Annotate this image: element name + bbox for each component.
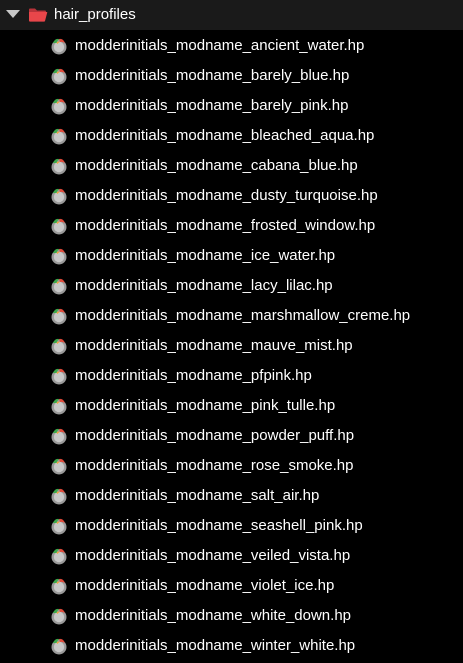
file-item[interactable]: modderinitials_modname_ancient_water.hp (0, 31, 463, 61)
file-item[interactable]: modderinitials_modname_barely_blue.hp (0, 61, 463, 91)
file-name: modderinitials_modname_violet_ice.hp (75, 577, 335, 594)
hair-profile-file-icon (51, 578, 67, 595)
file-name: modderinitials_modname_cabana_blue.hp (75, 157, 358, 174)
hair-profile-file-icon (51, 338, 67, 355)
hair-profile-file-icon (51, 308, 67, 325)
hair-profile-file-icon (51, 548, 67, 565)
hair-profile-file-icon (51, 398, 67, 415)
file-explorer-panel: hair_profiles modderinitials_modname_anc… (0, 0, 463, 663)
file-item[interactable]: modderinitials_modname_ice_water.hp (0, 241, 463, 271)
file-item[interactable]: modderinitials_modname_dusty_turquoise.h… (0, 181, 463, 211)
file-name: modderinitials_modname_winter_white.hp (75, 637, 356, 654)
file-item[interactable]: modderinitials_modname_white_down.hp (0, 601, 463, 631)
file-name: modderinitials_modname_bleached_aqua.hp (75, 127, 375, 144)
file-item[interactable]: modderinitials_modname_pink_tulle.hp (0, 391, 463, 421)
file-name: modderinitials_modname_seashell_pink.hp (75, 517, 363, 534)
file-item[interactable]: modderinitials_modname_mauve_mist.hp (0, 331, 463, 361)
file-list: modderinitials_modname_ancient_water.hp … (0, 31, 463, 661)
file-name: modderinitials_modname_barely_blue.hp (75, 67, 350, 84)
hair-profile-file-icon (51, 158, 67, 175)
file-item[interactable]: modderinitials_modname_violet_ice.hp (0, 571, 463, 601)
file-name: modderinitials_modname_pink_tulle.hp (75, 397, 336, 414)
folder-open-icon (29, 8, 48, 22)
file-name: modderinitials_modname_rose_smoke.hp (75, 457, 354, 474)
file-item[interactable]: modderinitials_modname_rose_smoke.hp (0, 451, 463, 481)
hair-profile-file-icon (51, 518, 67, 535)
file-item[interactable]: modderinitials_modname_bleached_aqua.hp (0, 121, 463, 151)
hair-profile-file-icon (51, 428, 67, 445)
file-item[interactable]: modderinitials_modname_barely_pink.hp (0, 91, 463, 121)
file-name: modderinitials_modname_powder_puff.hp (75, 427, 355, 444)
folder-label: hair_profiles (54, 6, 136, 23)
file-name: modderinitials_modname_dusty_turquoise.h… (75, 187, 378, 204)
hair-profile-file-icon (51, 368, 67, 385)
file-name: modderinitials_modname_salt_air.hp (75, 487, 320, 504)
file-item[interactable]: modderinitials_modname_seashell_pink.hp (0, 511, 463, 541)
file-name: modderinitials_modname_frosted_window.hp (75, 217, 376, 234)
hair-profile-file-icon (51, 128, 67, 145)
hair-profile-file-icon (51, 98, 67, 115)
hair-profile-file-icon (51, 188, 67, 205)
file-name: modderinitials_modname_lacy_lilac.hp (75, 277, 333, 294)
file-item[interactable]: modderinitials_modname_veiled_vista.hp (0, 541, 463, 571)
hair-profile-file-icon (51, 278, 67, 295)
file-name: modderinitials_modname_ice_water.hp (75, 247, 336, 264)
hair-profile-file-icon (51, 38, 67, 55)
file-name: modderinitials_modname_ancient_water.hp (75, 37, 365, 54)
file-name: modderinitials_modname_marshmallow_creme… (75, 307, 411, 324)
file-name: modderinitials_modname_pfpink.hp (75, 367, 312, 384)
folder-row-hair-profiles[interactable]: hair_profiles (0, 0, 463, 30)
hair-profile-file-icon (51, 218, 67, 235)
hair-profile-file-icon (51, 608, 67, 625)
file-item[interactable]: modderinitials_modname_salt_air.hp (0, 481, 463, 511)
file-item[interactable]: modderinitials_modname_powder_puff.hp (0, 421, 463, 451)
chevron-down-icon[interactable] (6, 10, 20, 18)
file-name: modderinitials_modname_mauve_mist.hp (75, 337, 353, 354)
file-item[interactable]: modderinitials_modname_marshmallow_creme… (0, 301, 463, 331)
hair-profile-file-icon (51, 638, 67, 655)
hair-profile-file-icon (51, 458, 67, 475)
hair-profile-file-icon (51, 488, 67, 505)
file-item[interactable]: modderinitials_modname_frosted_window.hp (0, 211, 463, 241)
file-item[interactable]: modderinitials_modname_cabana_blue.hp (0, 151, 463, 181)
file-item[interactable]: modderinitials_modname_winter_white.hp (0, 631, 463, 661)
file-item[interactable]: modderinitials_modname_pfpink.hp (0, 361, 463, 391)
file-name: modderinitials_modname_veiled_vista.hp (75, 547, 351, 564)
file-name: modderinitials_modname_white_down.hp (75, 607, 351, 624)
file-item[interactable]: modderinitials_modname_lacy_lilac.hp (0, 271, 463, 301)
hair-profile-file-icon (51, 248, 67, 265)
file-name: modderinitials_modname_barely_pink.hp (75, 97, 349, 114)
hair-profile-file-icon (51, 68, 67, 85)
